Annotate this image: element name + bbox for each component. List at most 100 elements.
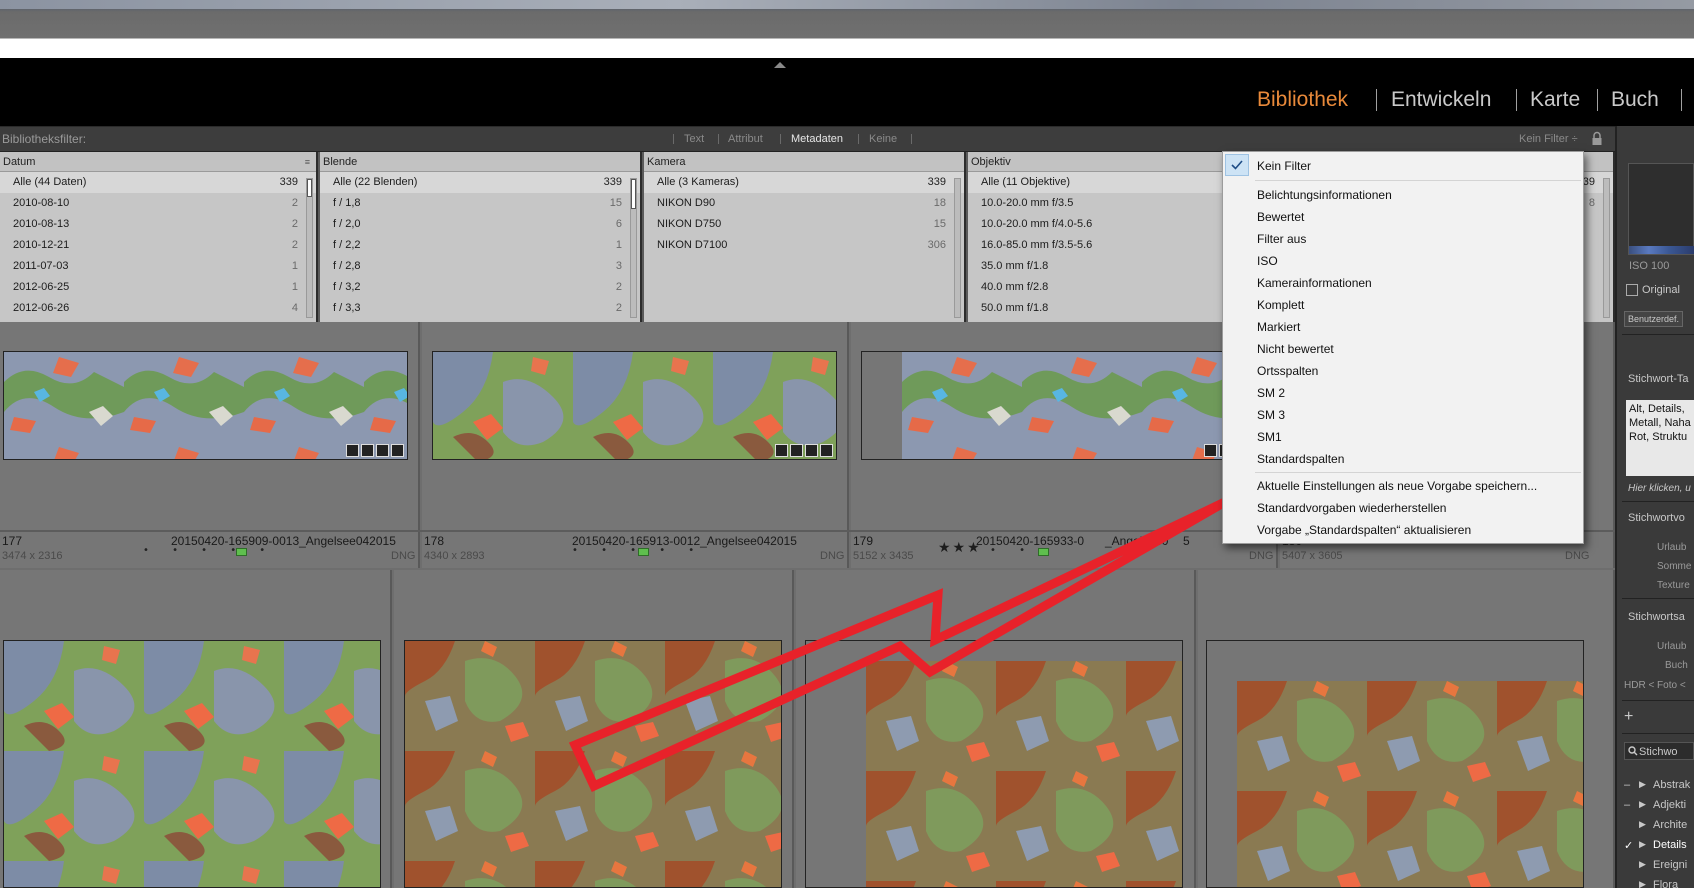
add-keyword-icon[interactable]: + <box>1624 708 1633 726</box>
list-item[interactable]: 2012-06-25 1 <box>0 277 316 298</box>
expand-triangle-icon[interactable]: ▶ <box>1639 859 1646 870</box>
list-item[interactable]: NIKON D750 15 <box>644 214 964 235</box>
row-label: 10.0-20.0 mm f/4.0-5.6 <box>981 218 1093 230</box>
filter-tab-text[interactable]: Text <box>684 133 704 145</box>
module-bibliothek[interactable]: Bibliothek <box>1257 88 1348 112</box>
list-item[interactable]: f / 2,2 1 <box>320 235 640 256</box>
keyword-list-item[interactable]: Archite <box>1653 819 1687 831</box>
menu-item[interactable]: Kamerainformationen <box>1257 276 1372 290</box>
panel-collapse-triangle-icon[interactable] <box>774 62 786 68</box>
column-scrollbar[interactable] <box>306 178 313 318</box>
filter-tab-metadaten[interactable]: Metadaten <box>791 133 843 145</box>
keyword-list-item[interactable]: Details <box>1653 839 1687 851</box>
list-item[interactable]: 2012-06-26 4 <box>0 298 316 319</box>
menu-item-save-preset[interactable]: Aktuelle Einstellungen als neue Vorgabe … <box>1257 479 1537 493</box>
photo-thumbnail[interactable] <box>1206 640 1584 888</box>
keyword-set-title[interactable]: Stichwortsa <box>1628 611 1685 623</box>
keyword-list-item[interactable]: Abstrak <box>1653 779 1690 791</box>
column-scrollbar[interactable] <box>1603 178 1610 318</box>
row-count: 8 <box>1588 197 1595 209</box>
thumbnail-badges <box>346 444 404 458</box>
row-label: f / 3,2 <box>333 281 361 293</box>
keyword-set-item[interactable]: Buch <box>1665 660 1688 671</box>
cell-filename-end: 5 <box>1183 534 1190 548</box>
module-entwickeln[interactable]: Entwickeln <box>1391 88 1491 112</box>
list-item[interactable]: 2010-12-21 2 <box>0 235 316 256</box>
list-item[interactable]: f / 2,0 6 <box>320 214 640 235</box>
expand-triangle-icon[interactable]: ▶ <box>1639 839 1646 850</box>
photo-thumbnail[interactable] <box>404 640 782 888</box>
list-item[interactable]: NIKON D90 18 <box>644 193 964 214</box>
original-checkbox[interactable] <box>1626 284 1638 296</box>
expand-triangle-icon[interactable]: ▶ <box>1639 879 1646 888</box>
expand-triangle-icon[interactable]: ▶ <box>1639 779 1646 790</box>
column-menu-icon[interactable]: ≡ <box>305 157 310 167</box>
keyword-suggestion[interactable]: Texture <box>1657 580 1690 591</box>
color-label-green[interactable] <box>638 548 649 556</box>
keyword-suggestions-title[interactable]: Stichwortvo <box>1628 512 1685 524</box>
column-header-kamera[interactable]: Kamera <box>644 152 964 172</box>
menu-item[interactable]: SM1 <box>1257 430 1282 444</box>
list-item[interactable]: 2011-07-03 1 <box>0 256 316 277</box>
list-item[interactable]: Alle (3 Kameras) 339 <box>644 172 964 193</box>
photo-thumbnail[interactable] <box>3 640 381 888</box>
row-label: f / 2,0 <box>333 218 361 230</box>
lock-icon[interactable] <box>1591 131 1603 146</box>
keyword-list-item[interactable]: Ereigni <box>1653 859 1687 871</box>
menu-item[interactable]: ISO <box>1257 254 1278 268</box>
list-item[interactable]: f / 1,8 15 <box>320 193 640 214</box>
list-item[interactable]: NIKON D7100 306 <box>644 235 964 256</box>
menu-item[interactable]: SM 2 <box>1257 386 1285 400</box>
expand-triangle-icon[interactable]: ▶ <box>1639 799 1646 810</box>
menu-item[interactable]: Standardspalten <box>1257 452 1344 466</box>
list-item[interactable]: 2010-08-13 2 <box>0 214 316 235</box>
menu-item[interactable]: SM 3 <box>1257 408 1285 422</box>
preset-select[interactable]: Benutzerdef. <box>1624 311 1684 327</box>
row-count: 339 <box>603 176 622 188</box>
module-karte[interactable]: Karte <box>1530 88 1580 112</box>
filter-preset-select[interactable]: Kein Filter ÷ <box>1519 133 1578 145</box>
expand-triangle-icon[interactable]: ▶ <box>1639 819 1646 830</box>
list-item[interactable]: f / 3,2 2 <box>320 277 640 298</box>
column-scrollbar[interactable] <box>630 178 637 318</box>
photo-thumbnail[interactable] <box>805 640 1183 888</box>
menu-item[interactable]: Filter aus <box>1257 232 1306 246</box>
keyword-list-item[interactable]: Flora <box>1653 879 1678 888</box>
keyword-suggestion[interactable]: Somme <box>1657 561 1691 572</box>
menu-item[interactable]: Bewertet <box>1257 210 1304 224</box>
row-count: 2 <box>291 197 298 209</box>
column-header-datum[interactable]: Datum ≡ <box>0 152 316 172</box>
module-separator <box>1597 89 1598 111</box>
keyword-set-item[interactable]: Urlaub <box>1657 641 1686 652</box>
color-label-green[interactable] <box>1038 548 1049 556</box>
color-label-green[interactable] <box>236 548 247 556</box>
menu-item-update-preset[interactable]: Vorgabe „Standardspalten“ aktualisieren <box>1257 523 1471 537</box>
menu-item[interactable]: Markiert <box>1257 320 1300 334</box>
keyword-tags-title[interactable]: Stichwort-Ta <box>1628 373 1689 385</box>
list-item[interactable]: f / 3,3 2 <box>320 298 640 319</box>
keyword-list-item[interactable]: Adjekti <box>1653 799 1686 811</box>
list-item[interactable]: Alle (22 Blenden) 339 <box>320 172 640 193</box>
keyword-suggestion[interactable]: Urlaub <box>1657 542 1686 553</box>
menu-item[interactable]: Ortsspalten <box>1257 364 1318 378</box>
menu-item[interactable]: Belichtungsinformationen <box>1257 188 1392 202</box>
menu-item-kein-filter[interactable]: Kein Filter <box>1257 159 1311 173</box>
menu-item-restore-defaults[interactable]: Standardvorgaben wiederherstellen <box>1257 501 1446 515</box>
module-buch[interactable]: Buch <box>1611 88 1659 112</box>
list-item[interactable]: Alle (44 Daten) 339 <box>0 172 316 193</box>
filter-tab-separator <box>911 134 912 144</box>
row-label: Alle (3 Kameras) <box>657 176 739 188</box>
cell-index: 178 <box>424 534 445 548</box>
list-item[interactable]: f / 2,8 3 <box>320 256 640 277</box>
menu-separator <box>1255 180 1581 181</box>
menu-item[interactable]: Komplett <box>1257 298 1304 312</box>
column-scrollbar[interactable] <box>954 178 961 318</box>
filter-tab-separator <box>673 134 674 144</box>
list-item[interactable]: 2010-08-10 2 <box>0 193 316 214</box>
filter-tab-keine[interactable]: Keine <box>869 133 897 145</box>
filter-tab-attribut[interactable]: Attribut <box>728 133 763 145</box>
column-header-blende[interactable]: Blende <box>320 152 640 172</box>
row-label: f / 2,2 <box>333 239 361 251</box>
keyword-text-box[interactable]: Alt, Details, Metall, Naha Rot, Struktu <box>1626 400 1694 476</box>
menu-item[interactable]: Nicht bewertet <box>1257 342 1334 356</box>
